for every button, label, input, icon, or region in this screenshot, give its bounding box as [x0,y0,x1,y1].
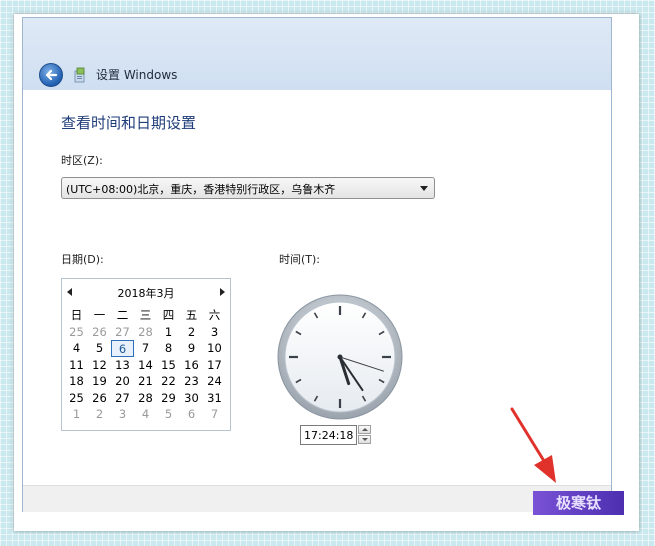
calendar-header: 2018年3月 [62,285,230,301]
calendar-day[interactable]: 24 [203,373,226,390]
page-heading: 查看时间和日期设置 [61,114,197,132]
next-month-icon[interactable] [220,288,225,296]
calendar-day[interactable]: 7 [134,340,157,357]
calendar-day[interactable]: 12 [88,357,111,374]
calendar-day-other-month[interactable]: 27 [111,324,134,341]
calendar-day-other-month[interactable]: 5 [157,406,180,423]
analog-clock [277,294,403,420]
timezone-select[interactable]: (UTC+08:00)北京，重庆，香港特别行政区，乌鲁木齐 [61,177,435,199]
spin-down-icon [362,438,368,441]
weekday-label: 五 [185,308,198,322]
calendar-day[interactable]: 16 [180,357,203,374]
calendar-day-other-month[interactable]: 3 [111,406,134,423]
dropdown-arrow-icon [420,186,428,191]
title-bar: 设置 Windows [23,18,611,90]
weekday-header: 日一二三四五六 [65,307,227,324]
weekday-label: 四 [162,308,175,322]
time-up-button[interactable] [358,425,371,434]
time-input[interactable]: 17:24:18 [300,425,357,445]
timezone-value: (UTC+08:00)北京，重庆，香港特别行政区，乌鲁木齐 [66,183,336,196]
time-spinner: 17:24:18 [300,425,372,445]
calendar-day[interactable]: 14 [134,357,157,374]
calendar-day[interactable]: 23 [180,373,203,390]
calendar-day[interactable]: 28 [134,390,157,407]
watermark: 极寒钛 [533,491,624,515]
calendar-week-row: 18 19 20 21 22 23 24 [65,373,227,390]
calendar-day[interactable]: 1 [157,324,180,341]
calendar-day-selected[interactable]: 6 [111,340,134,357]
calendar-day[interactable]: 10 [203,340,226,357]
calendar-day[interactable]: 8 [157,340,180,357]
calendar-day-other-month[interactable]: 25 [65,324,88,341]
calendar-day[interactable]: 25 [65,390,88,407]
calendar-day-other-month[interactable]: 26 [88,324,111,341]
calendar-day-other-month[interactable]: 28 [134,324,157,341]
calendar-day[interactable]: 21 [134,373,157,390]
calendar-day[interactable]: 30 [180,390,203,407]
calendar-day[interactable]: 15 [157,357,180,374]
back-button[interactable] [39,63,63,87]
calendar-week-row: 25 26 27 28 1 2 3 [65,324,227,341]
calendar-day[interactable]: 9 [180,340,203,357]
calendar-day[interactable]: 22 [157,373,180,390]
calendar-day[interactable]: 17 [203,357,226,374]
calendar-month-title[interactable]: 2018年3月 [62,285,230,301]
weekday-label: 三 [139,308,152,322]
back-arrow-icon [45,69,58,81]
calendar-day[interactable]: 2 [180,324,203,341]
calendar-day-other-month[interactable]: 4 [134,406,157,423]
calendar-day[interactable]: 3 [203,324,226,341]
calendar-day[interactable]: 27 [111,390,134,407]
calendar-day[interactable]: 19 [88,373,111,390]
calendar-day[interactable]: 26 [88,390,111,407]
calendar-day[interactable]: 4 [65,340,88,357]
calendar-day-other-month[interactable]: 1 [65,406,88,423]
weekday-label: 六 [208,308,221,322]
calendar-day[interactable]: 11 [65,357,88,374]
date-label: 日期(D): [61,253,104,266]
setup-icon [74,67,85,83]
time-down-button[interactable] [358,435,371,444]
calendar-day[interactable]: 29 [157,390,180,407]
weekday-label: 一 [93,308,106,322]
calendar-day[interactable]: 20 [111,373,134,390]
calendar-day[interactable]: 5 [88,340,111,357]
calendar-week-row: 1234567 [65,406,227,423]
calendar-day[interactable]: 31 [203,390,226,407]
calendar-day-other-month[interactable]: 7 [203,406,226,423]
calendar-week-row: 11 12 13 14 15 16 17 [65,357,227,374]
calendar-week-row: 25 26 27 28 29 30 31 [65,390,227,407]
calendar-day[interactable]: 18 [65,373,88,390]
spin-up-icon [362,428,368,431]
time-label: 时间(T): [279,253,321,266]
timezone-label: 时区(Z): [61,154,103,167]
weekday-label: 日 [70,308,83,322]
weekday-label: 二 [116,308,129,322]
footer-bar [23,485,611,512]
red-arrow-annotation [510,407,556,483]
calendar: 2018年3月 日一二三四五六 25 26 27 28 1 2 3 4 5 6 7 8 9 10 11 12 13… [61,278,231,431]
calendar-grid: 日一二三四五六 25 26 27 28 1 2 3 4 5 6 7 8 9 10 11 12 13 14 15 16 17… [65,307,227,423]
calendar-week-row: 4 5 6 7 8 9 10 [65,340,227,357]
calendar-day-other-month[interactable]: 6 [180,406,203,423]
calendar-day[interactable]: 13 [111,357,134,374]
window-title: 设置 Windows [96,68,178,82]
calendar-day-other-month[interactable]: 2 [88,406,111,423]
